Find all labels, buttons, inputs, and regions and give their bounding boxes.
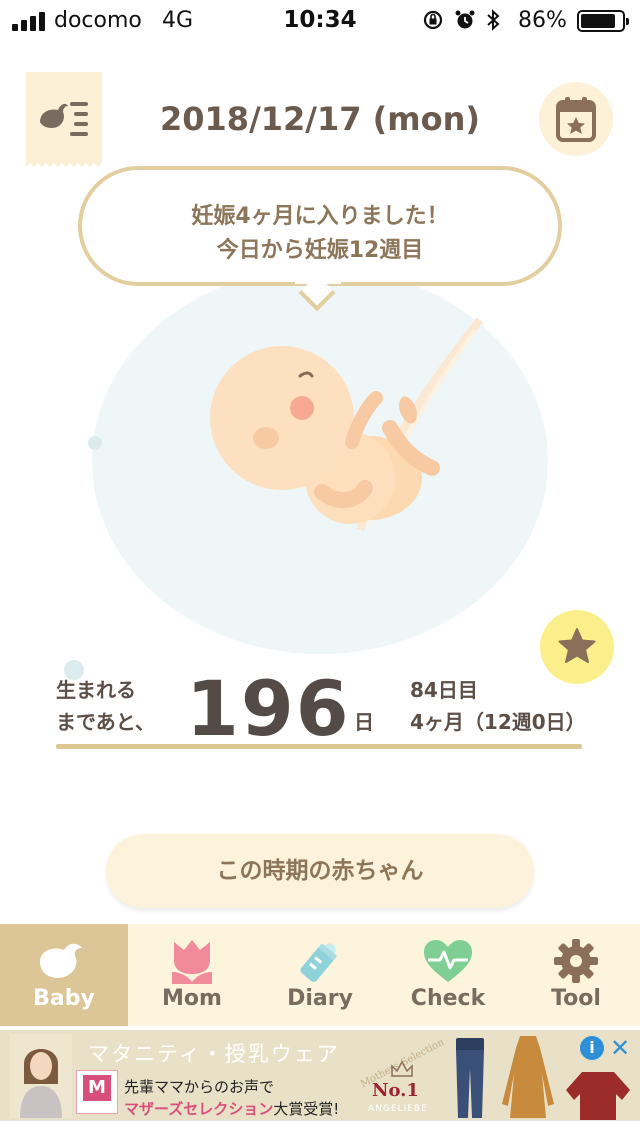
countdown-label-1: 生まれる bbox=[56, 678, 136, 702]
tab-tool[interactable]: Tool bbox=[512, 924, 640, 1026]
ad-product-sweater bbox=[566, 1072, 630, 1120]
ad-info-icon[interactable]: i bbox=[580, 1036, 604, 1060]
tab-label: Diary bbox=[287, 986, 353, 1011]
ad-model-image bbox=[10, 1034, 72, 1118]
ad-text-2: マザーズセレクション大賞受賞! bbox=[124, 1100, 340, 1118]
heart-pulse-icon bbox=[424, 940, 472, 982]
orientation-lock-icon bbox=[422, 9, 444, 36]
star-icon bbox=[558, 628, 596, 663]
status-bar: docomo 4G 10:34 86% bbox=[0, 0, 640, 42]
alarm-icon bbox=[454, 9, 476, 36]
tab-baby[interactable]: Baby bbox=[0, 924, 128, 1026]
tab-check[interactable]: Check bbox=[384, 924, 512, 1026]
tulip-icon bbox=[172, 940, 212, 984]
month-week: 4ヶ月（12週0日） bbox=[410, 710, 586, 734]
tab-label: Baby bbox=[33, 986, 95, 1011]
baby-this-period-button[interactable]: この時期の赤ちゃん bbox=[106, 834, 534, 908]
favorite-button[interactable] bbox=[540, 610, 614, 684]
ad-close-icon[interactable]: ✕ bbox=[610, 1034, 630, 1062]
battery-fill bbox=[581, 14, 615, 28]
bubble-line-1: 妊娠4ヶ月に入りました！ bbox=[191, 204, 449, 229]
gear-icon bbox=[554, 939, 598, 983]
bubble-line-2: 今日から妊娠12週目 bbox=[216, 238, 424, 263]
tab-mom[interactable]: Mom bbox=[128, 924, 256, 1026]
tab-label: Check bbox=[410, 986, 486, 1011]
home-indicator-area bbox=[0, 1120, 640, 1136]
ad-award: No.1 bbox=[372, 1080, 419, 1101]
fetus-illustration bbox=[210, 317, 484, 532]
ad-product-dress bbox=[502, 1036, 554, 1118]
tab-label: Tool bbox=[551, 986, 601, 1011]
tab-label: Mom bbox=[162, 986, 222, 1011]
calendar-button[interactable] bbox=[539, 82, 613, 156]
battery-percent: 86% bbox=[518, 8, 567, 33]
baby-bottle-icon bbox=[300, 943, 337, 982]
days-unit: 日 bbox=[354, 710, 374, 734]
divider bbox=[56, 744, 582, 749]
ad-product-jeans bbox=[456, 1038, 484, 1118]
crown-icon bbox=[391, 1060, 413, 1077]
ad-text-1: 先輩ママからのお声で bbox=[124, 1078, 275, 1096]
days-left-number: 196 bbox=[186, 664, 351, 753]
ad-banner[interactable]: マタニティ・授乳ウェア M 先輩ママからのお声で マザーズセレクション大賞受賞!… bbox=[0, 1030, 640, 1120]
ad-logo: M bbox=[76, 1070, 118, 1114]
tab-bar: Baby Mom Diary Check Tool bbox=[0, 924, 640, 1026]
tab-diary[interactable]: Diary bbox=[256, 924, 384, 1026]
ad-title: マタニティ・授乳ウェア bbox=[88, 1042, 340, 1066]
ad-brand: ANGELIEBE bbox=[368, 1104, 428, 1114]
bluetooth-icon bbox=[486, 9, 500, 36]
calendar-star-icon bbox=[556, 97, 596, 142]
battery-icon bbox=[577, 10, 629, 32]
day-count: 84日目 bbox=[410, 678, 478, 702]
countdown-label-2: まであと、 bbox=[56, 710, 155, 734]
decor-dot bbox=[88, 436, 102, 450]
bird-icon bbox=[40, 943, 82, 978]
